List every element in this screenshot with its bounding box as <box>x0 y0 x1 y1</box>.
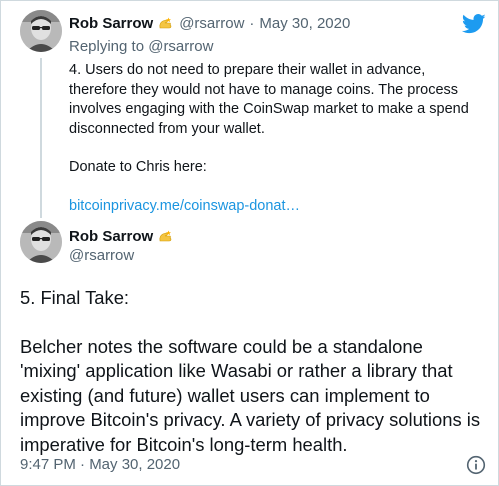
avatar-photo <box>20 10 62 52</box>
main-tweet-body: 5. Final Take: Belcher notes the softwar… <box>20 286 488 457</box>
tweet-timestamp[interactable]: 9:47 PM · May 30, 2020 <box>20 455 180 475</box>
info-icon[interactable] <box>466 455 486 475</box>
twitter-bird-icon[interactable] <box>462 13 486 35</box>
tweet-date[interactable]: May 30, 2020 <box>259 14 350 34</box>
author-name[interactable]: Rob Sarrow <box>69 227 153 247</box>
tweet-text: Belcher notes the software could be a st… <box>20 335 481 455</box>
parent-tweet-text: 4. Users do not need to prepare their wa… <box>69 62 469 137</box>
parent-tweet-header: Rob Sarrow @rsarrow · May 30, 2020 <box>69 14 350 34</box>
dot-separator: · <box>249 15 255 32</box>
avatar[interactable] <box>20 10 62 52</box>
star-hand-emoji-icon <box>157 16 174 33</box>
replying-to-label: Replying to @rsarrow <box>69 38 214 55</box>
avatar[interactable] <box>20 221 62 263</box>
parent-tweet-body: 4. Users do not need to prepare their wa… <box>69 61 479 216</box>
author-handle[interactable]: @rsarrow <box>179 14 244 34</box>
donation-link[interactable]: bitcoinprivacy.me/coinswap-donat… <box>69 198 300 214</box>
star-hand-emoji-icon <box>157 229 174 246</box>
donate-label: Donate to Chris here: <box>69 159 207 175</box>
author-name[interactable]: Rob Sarrow <box>69 14 153 34</box>
author-handle[interactable]: @rsarrow <box>69 246 134 266</box>
tweet-embed-card: Rob Sarrow @rsarrow · May 30, 2020 Reply… <box>0 0 499 486</box>
thread-connector-line <box>40 58 42 218</box>
main-tweet-header: Rob Sarrow <box>69 227 179 247</box>
tweet-heading: 5. Final Take: <box>20 287 130 308</box>
avatar-photo <box>20 221 62 263</box>
